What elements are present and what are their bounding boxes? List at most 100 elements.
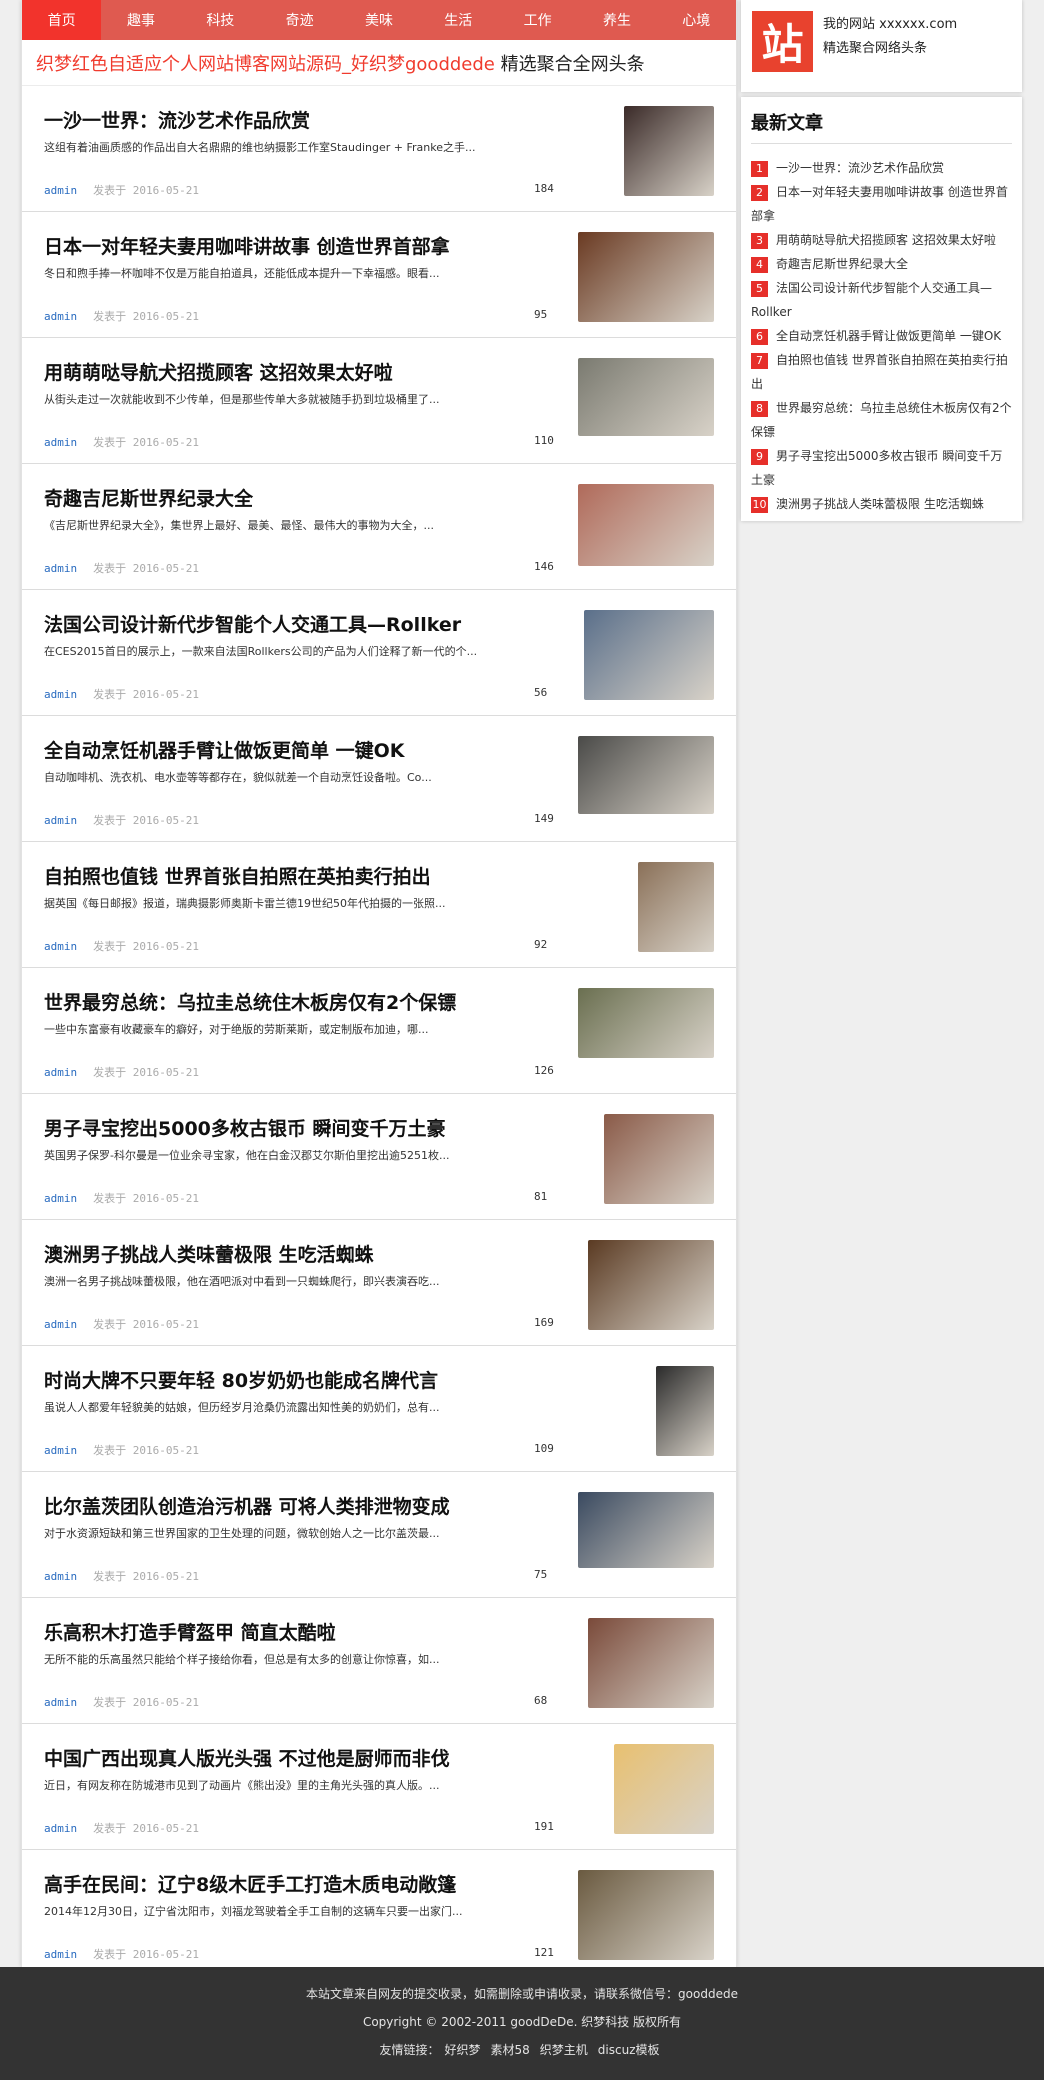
site-logo-card: 站 我的网站 xxxxxx.com 精选聚合网络头条	[741, 0, 1022, 92]
article-title[interactable]: 乐高积木打造手臂盔甲 简直太酷啦	[44, 1618, 336, 1645]
latest-item[interactable]: 10 澳洲男子挑战人类味蕾极限 生吃活蜘蛛	[751, 492, 1012, 516]
article-thumbnail[interactable]	[584, 610, 714, 700]
article-author[interactable]: admin	[44, 814, 77, 827]
article-thumbnail[interactable]	[578, 232, 714, 322]
article-thumbnail[interactable]	[604, 1114, 714, 1204]
article-thumbnail[interactable]	[638, 862, 714, 952]
nav-item[interactable]: 奇迹	[260, 0, 339, 40]
article-title[interactable]: 男子寻宝挖出5000多枚古银币 瞬间变千万土豪	[44, 1114, 446, 1141]
nav-item[interactable]: 首页	[22, 0, 102, 40]
footer-link[interactable]: discuz模板	[598, 2043, 660, 2057]
article-title[interactable]: 澳洲男子挑战人类味蕾极限 生吃活蜘蛛	[44, 1240, 374, 1267]
article-thumbnail[interactable]	[588, 1240, 714, 1330]
article-summary: 2014年12月30日，辽宁省沈阳市，刘福龙驾驶着全手工自制的这辆车只要一出家门…	[44, 1905, 463, 1918]
article-summary: 无所不能的乐高虽然只能给个样子接给你看，但总是有太多的创意让你惊喜，如...	[44, 1653, 440, 1666]
nav-item[interactable]: 生活	[419, 0, 498, 40]
article-title[interactable]: 用萌萌哒导航犬招揽顾客 这招效果太好啦	[44, 358, 393, 385]
nav-item[interactable]: 趣事	[101, 0, 180, 40]
latest-item-title: 奇趣吉尼斯世界纪录大全	[776, 257, 909, 271]
article-thumbnail[interactable]	[578, 1492, 714, 1568]
latest-item[interactable]: 4 奇趣吉尼斯世界纪录大全	[751, 252, 1012, 276]
article-thumbnail[interactable]	[578, 358, 714, 436]
article-author[interactable]: admin	[44, 940, 77, 953]
latest-item[interactable]: 6 全自动烹饪机器手臂让做饭更简单 一键OK	[751, 324, 1012, 348]
article-meta: admin 发表于 2016-05-21	[44, 1820, 199, 1836]
article-title[interactable]: 全自动烹饪机器手臂让做饭更简单 一键OK	[44, 736, 405, 763]
article-views: 149	[534, 812, 554, 825]
article-summary: 澳洲一名男子挑战味蕾极限，他在酒吧派对中看到一只蜘蛛爬行，即兴表演吞吃...	[44, 1275, 440, 1288]
article-title[interactable]: 一沙一世界：流沙艺术作品欣赏	[44, 106, 310, 133]
article-title[interactable]: 日本一对年轻夫妻用咖啡讲故事 创造世界首部拿	[44, 232, 450, 259]
article-meta: admin 发表于 2016-05-21	[44, 182, 199, 198]
latest-item[interactable]: 9 男子寻宝挖出5000多枚古银币 瞬间变千万土豪	[751, 444, 1012, 492]
article-thumbnail[interactable]	[614, 1744, 714, 1834]
nav-item[interactable]: 美味	[339, 0, 418, 40]
latest-item[interactable]: 1 一沙一世界：流沙艺术作品欣赏	[751, 156, 1012, 180]
latest-item[interactable]: 7 自拍照也值钱 世界首张自拍照在英拍卖行拍出	[751, 348, 1012, 396]
latest-item-number: 7	[751, 352, 768, 369]
nav-item[interactable]: 心境	[657, 0, 736, 40]
main-column: 首页 趣事 科技 奇迹 美味 生活 工作 养生 心境 织梦红色自适应个人网站博客网站源码_好织梦…	[21, 0, 737, 1976]
nav-item[interactable]: 养生	[577, 0, 656, 40]
article-views: 68	[534, 1694, 548, 1707]
footer-link[interactable]: 织梦主机	[540, 2043, 588, 2057]
article-author[interactable]: admin	[44, 1318, 77, 1331]
article-row: 中国广西出现真人版光头强 不过他是厨师而非伐 近日，有网友称在防城港市见到了动画片…	[22, 1724, 736, 1850]
article-title[interactable]: 中国广西出现真人版光头强 不过他是厨师而非伐	[44, 1744, 450, 1771]
article-row: 澳洲男子挑战人类味蕾极限 生吃活蜘蛛澳洲一名男子挑战味蕾极限，他在酒吧派对中看到…	[22, 1220, 736, 1346]
article-author[interactable]: admin	[44, 310, 77, 323]
article-views: 110	[534, 434, 554, 447]
article-views: 81	[534, 1190, 548, 1203]
article-title[interactable]: 奇趣吉尼斯世界纪录大全	[44, 484, 253, 511]
latest-item-number: 5	[751, 280, 768, 297]
article-summary: 《吉尼斯世界纪录大全》，集世界上最好、最美、最怪、最伟大的事物为大全，...	[44, 519, 434, 532]
article-author[interactable]: admin	[44, 1822, 77, 1835]
article-row: 乐高积木打造手臂盔甲 简直太酷啦无所不能的乐高虽然只能给个样子接给你看，但总是有…	[22, 1598, 736, 1724]
article-author[interactable]: admin	[44, 1696, 77, 1709]
footer-links: 友情链接： 好织梦 素材58 织梦主机 discuz模板	[0, 2041, 1044, 2058]
article-title[interactable]: 时尚大牌不只要年轻 80岁奶奶也能成名牌代言	[44, 1366, 438, 1393]
article-author[interactable]: admin	[44, 184, 77, 197]
article-author[interactable]: admin	[44, 1444, 77, 1457]
article-thumbnail[interactable]	[578, 736, 714, 814]
article-thumbnail[interactable]	[588, 1618, 714, 1708]
latest-item[interactable]: 5 法国公司设计新代步智能个人交通工具—Rollker	[751, 276, 1012, 324]
article-title[interactable]: 比尔盖茨团队创造治污机器 可将人类排泄物变成	[44, 1492, 450, 1519]
article-author[interactable]: admin	[44, 562, 77, 575]
site-logo[interactable]: 站	[752, 11, 813, 72]
article-meta: admin 发表于 2016-05-21	[44, 1946, 199, 1962]
article-meta: admin 发表于 2016-05-21	[44, 812, 199, 828]
article-title[interactable]: 法国公司设计新代步智能个人交通工具—Rollker	[44, 610, 461, 637]
footer-notice: 本站文章来自网友的提交收录，如需删除或申请收录，请联系微信号：gooddede	[306, 1987, 738, 2001]
footer-link[interactable]: 好织梦	[444, 2043, 480, 2057]
latest-item-number: 4	[751, 256, 768, 273]
nav-item[interactable]: 工作	[498, 0, 577, 40]
article-author[interactable]: admin	[44, 436, 77, 449]
article-thumbnail[interactable]	[578, 988, 714, 1058]
latest-item-title: 用萌萌哒导航犬招揽顾客 这招效果太好啦	[776, 233, 996, 247]
article-author[interactable]: admin	[44, 1570, 77, 1583]
article-views: 75	[534, 1568, 548, 1581]
latest-item[interactable]: 8 世界最穷总统：乌拉圭总统住木板房仅有2个保镖	[751, 396, 1012, 444]
footer-link[interactable]: 素材58	[491, 2043, 530, 2057]
article-date: 发表于 2016-05-21	[93, 184, 199, 197]
latest-item-number: 1	[751, 160, 768, 177]
latest-item[interactable]: 3 用萌萌哒导航犬招揽顾客 这招效果太好啦	[751, 228, 1012, 252]
article-thumbnail[interactable]	[656, 1366, 714, 1456]
article-thumbnail[interactable]	[578, 484, 714, 566]
article-title[interactable]: 自拍照也值钱 世界首张自拍照在英拍卖行拍出	[44, 862, 431, 889]
latest-item[interactable]: 2 日本一对年轻夫妻用咖啡讲故事 创造世界首部拿	[751, 180, 1012, 228]
article-date: 发表于 2016-05-21	[93, 1444, 199, 1457]
article-thumbnail[interactable]	[624, 106, 714, 196]
nav-item[interactable]: 科技	[181, 0, 260, 40]
article-title[interactable]: 高手在民间：辽宁8级木匠手工打造木质电动敞篷	[44, 1870, 456, 1897]
headline-red-text[interactable]: 织梦红色自适应个人网站博客网站源码_好织梦gooddede	[36, 54, 495, 75]
article-author[interactable]: admin	[44, 1192, 77, 1205]
latest-item-title: 一沙一世界：流沙艺术作品欣赏	[776, 161, 945, 175]
article-title[interactable]: 世界最穷总统：乌拉圭总统住木板房仅有2个保镖	[44, 988, 456, 1015]
article-thumbnail[interactable]	[578, 1870, 714, 1960]
article-author[interactable]: admin	[44, 1948, 77, 1961]
article-author[interactable]: admin	[44, 688, 77, 701]
article-summary: 在CES2015首日的展示上，一款来自法国Rollkers公司的产品为人们诠释了…	[44, 645, 478, 658]
article-author[interactable]: admin	[44, 1066, 77, 1079]
